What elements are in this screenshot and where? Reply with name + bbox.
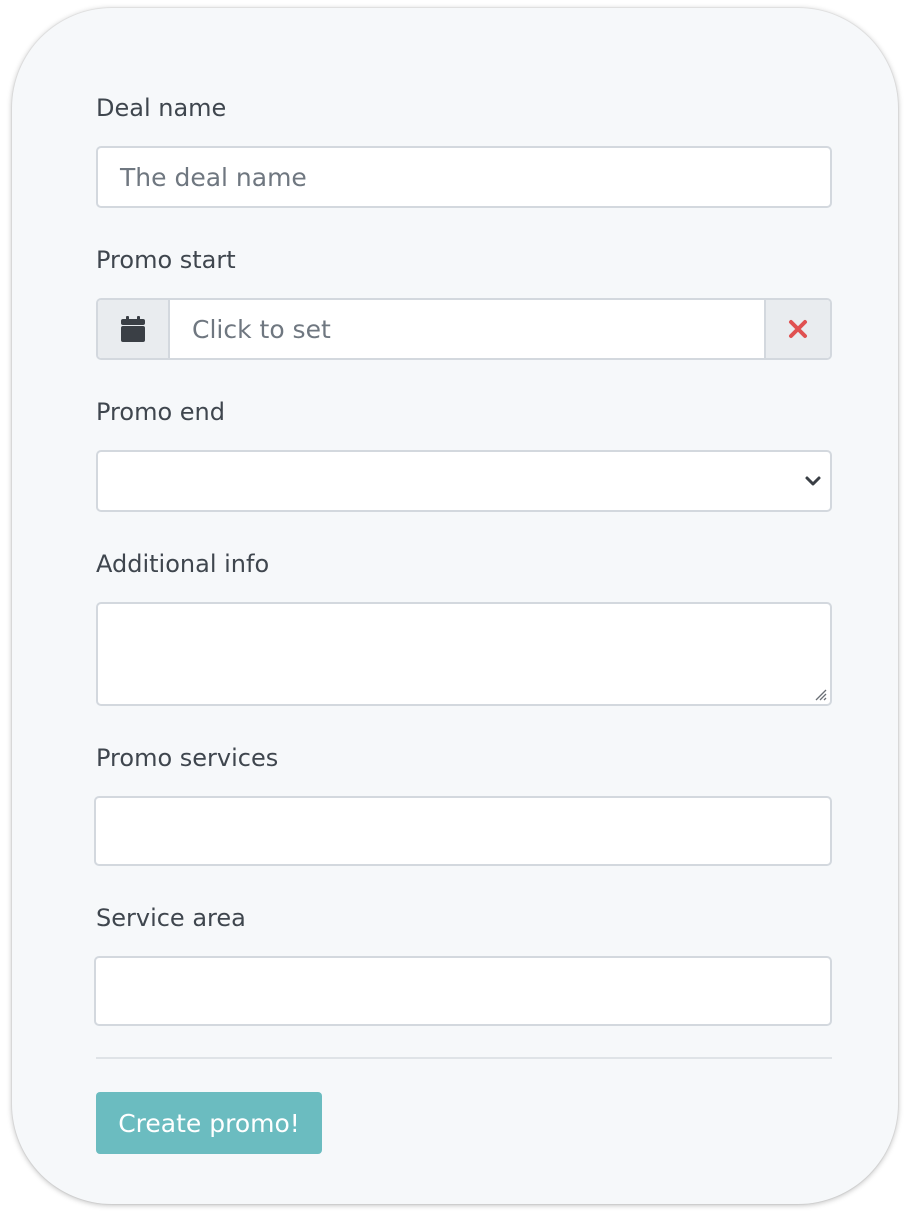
additional-info-label: Additional info: [96, 550, 270, 578]
promo-start-input[interactable]: Click to set: [192, 300, 331, 358]
service-area-label: Service area: [96, 904, 246, 932]
resize-handle-icon[interactable]: [812, 686, 828, 702]
promo-form-card: Deal name The deal name Promo start Clic…: [12, 8, 898, 1204]
clear-date-button[interactable]: [764, 300, 830, 358]
close-icon: [789, 320, 807, 338]
form-divider: [96, 1057, 832, 1059]
create-promo-button[interactable]: Create promo!: [96, 1092, 322, 1154]
promo-services-input[interactable]: [94, 796, 832, 866]
calendar-icon: [121, 316, 145, 342]
chevron-down-icon: [805, 476, 821, 486]
service-area-input[interactable]: [94, 956, 832, 1026]
promo-end-label: Promo end: [96, 398, 225, 426]
promo-start-field: Click to set: [96, 298, 832, 360]
deal-name-placeholder: The deal name: [120, 162, 307, 192]
deal-name-label: Deal name: [96, 94, 227, 122]
additional-info-textarea[interactable]: [96, 602, 832, 706]
deal-name-input[interactable]: The deal name: [96, 146, 832, 208]
promo-end-select[interactable]: [96, 450, 832, 512]
promo-services-label: Promo services: [96, 744, 279, 772]
promo-start-label: Promo start: [96, 246, 236, 274]
calendar-button[interactable]: [98, 300, 170, 358]
